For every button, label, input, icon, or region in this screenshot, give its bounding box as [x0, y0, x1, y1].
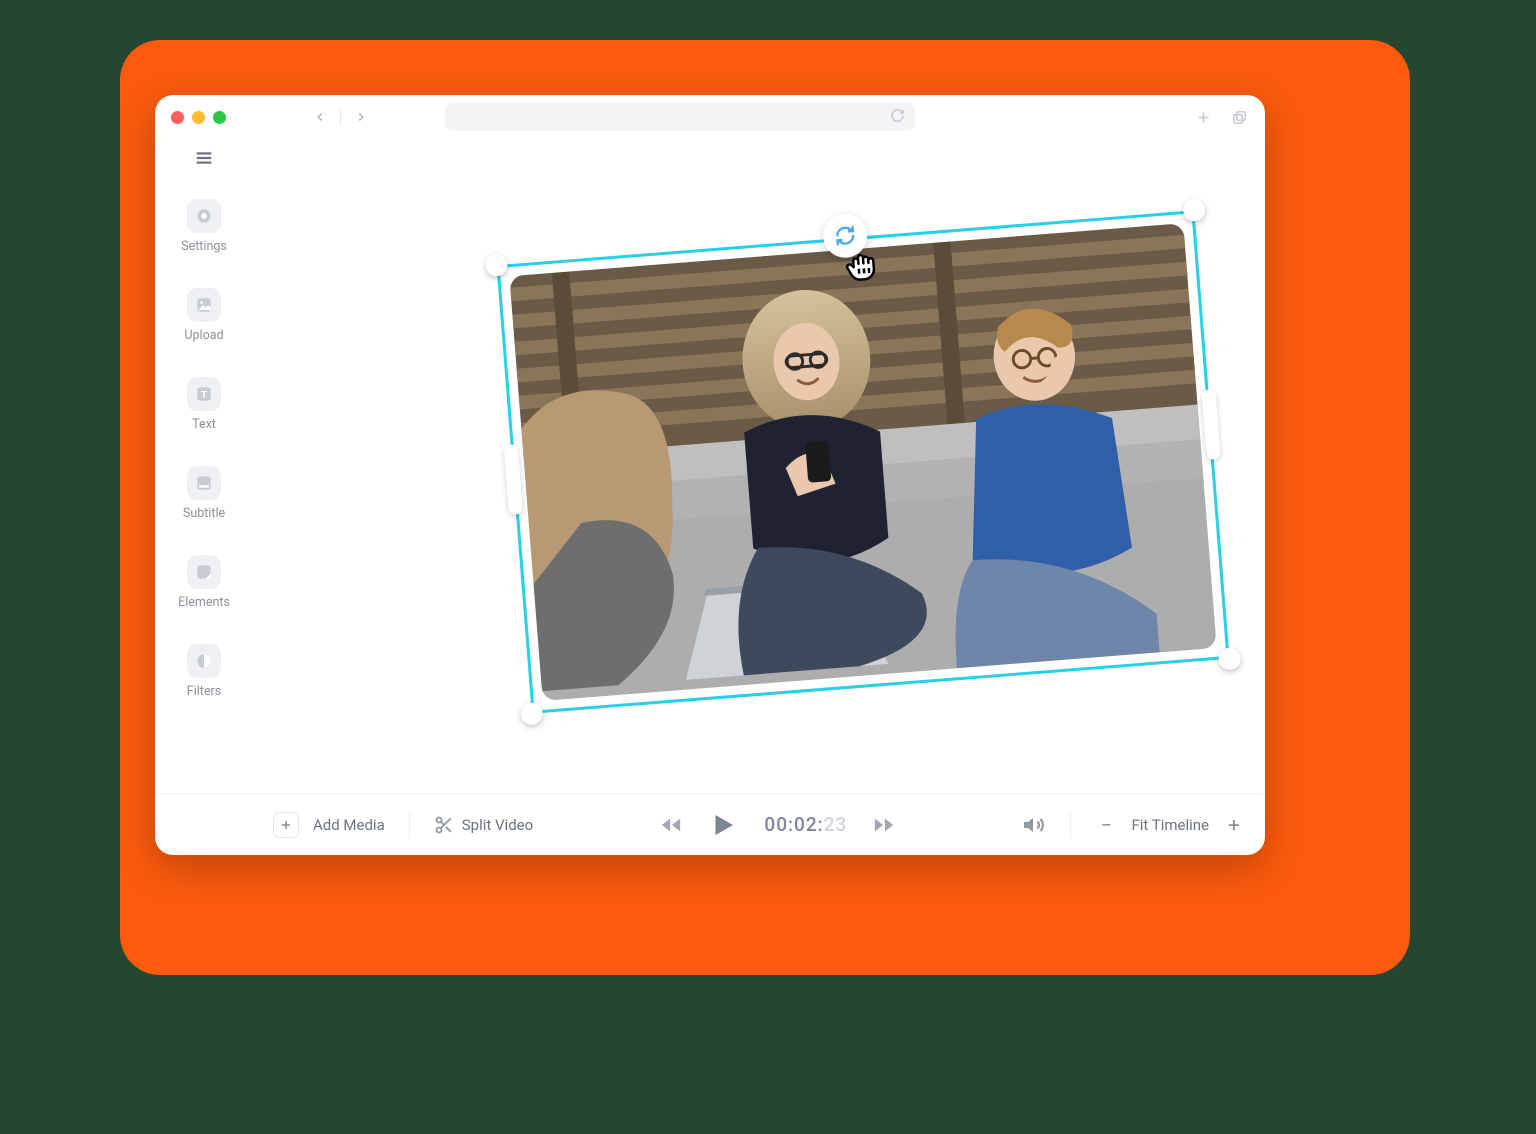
- transport-controls: 00:02:23: [660, 810, 895, 840]
- volume-button[interactable]: [1022, 813, 1046, 837]
- elements-icon: [187, 555, 221, 589]
- window-minimize-button[interactable]: [192, 111, 205, 124]
- fit-timeline-button[interactable]: Fit Timeline: [1131, 816, 1209, 834]
- titlebar: [155, 95, 1265, 139]
- bottom-toolbar: Add Media Split Video 00:02:23: [155, 793, 1265, 855]
- canvas[interactable]: [253, 139, 1265, 793]
- subtitle-icon: [187, 466, 221, 500]
- window-close-button[interactable]: [171, 111, 184, 124]
- app-window: Settings Upload T Text Subtitle: [155, 95, 1265, 855]
- add-media-label: Add Media: [313, 816, 385, 834]
- resize-handle-bottom-right[interactable]: [1218, 647, 1242, 671]
- sidebar-item-label: Filters: [187, 684, 221, 699]
- resize-handle-bottom-left[interactable]: [520, 702, 544, 726]
- add-media-plus-button[interactable]: [273, 812, 299, 838]
- upload-icon: [187, 288, 221, 322]
- forward-button[interactable]: [347, 103, 375, 131]
- sidebar-item-label: Upload: [184, 328, 223, 343]
- settings-icon: [187, 199, 221, 233]
- back-button[interactable]: [306, 103, 334, 131]
- traffic-lights: [171, 111, 226, 124]
- selected-clip[interactable]: [496, 210, 1229, 714]
- sidebar-item-upload[interactable]: Upload: [164, 288, 244, 343]
- app-body: Settings Upload T Text Subtitle: [155, 139, 1265, 793]
- sidebar-item-label: Settings: [181, 239, 227, 254]
- sidebar-item-filters[interactable]: Filters: [164, 644, 244, 699]
- filters-icon: [187, 644, 221, 678]
- address-bar[interactable]: [445, 103, 915, 131]
- divider: [340, 108, 341, 126]
- resize-handle-top-right[interactable]: [1182, 198, 1206, 222]
- split-video-button[interactable]: Split Video: [434, 815, 533, 835]
- right-group: − Fit Timeline +: [1022, 812, 1245, 838]
- svg-text:T: T: [201, 390, 207, 401]
- sidebar-item-settings[interactable]: Settings: [164, 199, 244, 254]
- sidebar-item-text[interactable]: T Text: [164, 377, 244, 432]
- menu-button[interactable]: [193, 147, 215, 169]
- sidebar-item-label: Subtitle: [183, 506, 225, 521]
- sidebar-item-label: Text: [192, 417, 216, 432]
- text-icon: T: [187, 377, 221, 411]
- divider: [1070, 812, 1071, 838]
- sidebar-item-elements[interactable]: Elements: [164, 555, 244, 610]
- fast-forward-button[interactable]: [873, 814, 895, 836]
- new-tab-button[interactable]: [1193, 107, 1213, 127]
- sidebar-item-subtitle[interactable]: Subtitle: [164, 466, 244, 521]
- zoom-in-button[interactable]: +: [1223, 814, 1245, 836]
- window-maximize-button[interactable]: [213, 111, 226, 124]
- rewind-button[interactable]: [660, 814, 682, 836]
- history-nav: [306, 103, 375, 131]
- sidebar: Settings Upload T Text Subtitle: [155, 139, 253, 793]
- scissors-icon: [434, 815, 454, 835]
- titlebar-right: [1193, 107, 1249, 127]
- play-button[interactable]: [708, 810, 738, 840]
- divider: [409, 812, 410, 838]
- media-preview[interactable]: [509, 223, 1216, 701]
- reload-icon[interactable]: [890, 108, 905, 127]
- timecode: 00:02:23: [764, 813, 847, 836]
- rotate-icon: [832, 223, 858, 249]
- add-media-button[interactable]: Add Media: [313, 816, 385, 834]
- split-video-label: Split Video: [462, 816, 533, 834]
- sidebar-item-label: Elements: [178, 595, 230, 610]
- zoom-out-button[interactable]: −: [1095, 814, 1117, 836]
- tabs-overview-button[interactable]: [1229, 107, 1249, 127]
